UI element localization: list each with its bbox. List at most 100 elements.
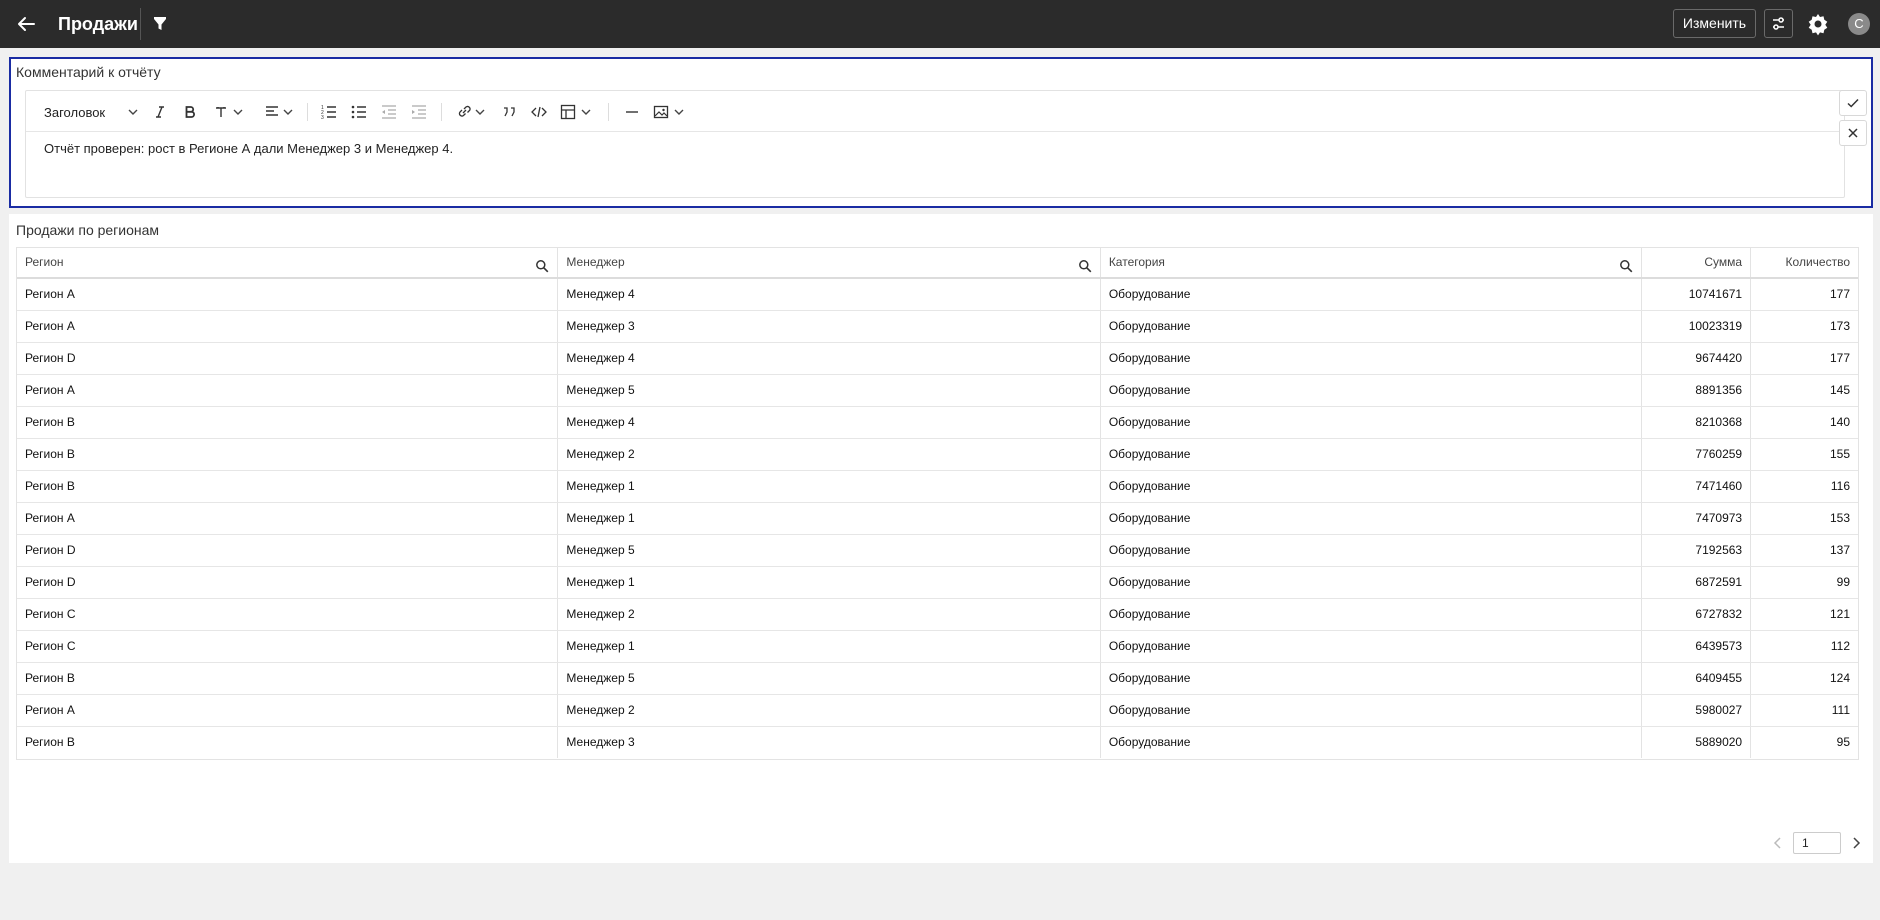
- sliders-icon[interactable]: [1764, 9, 1793, 38]
- cell-manager: Менеджер 5: [558, 375, 1101, 406]
- cell-category: Оборудование: [1101, 567, 1643, 598]
- table-row[interactable]: Регион A Менеджер 5 Оборудование 8891356 145: [17, 375, 1858, 407]
- table-row[interactable]: Регион C Менеджер 2 Оборудование 6727832 121: [17, 599, 1858, 631]
- comment-text[interactable]: Отчёт проверен: рост в Регионе А дали Ме…: [44, 141, 453, 156]
- cell-category: Оборудование: [1101, 503, 1643, 534]
- cell-region: Регион C: [17, 599, 559, 630]
- table-row[interactable]: Регион C Менеджер 1 Оборудование 6439573 112: [17, 631, 1858, 663]
- cell-quantity: 124: [1829, 671, 1850, 685]
- cell-quantity: 177: [1829, 351, 1850, 365]
- cell-region: Регион A: [17, 375, 559, 406]
- column-header-quantity[interactable]: Количество: [1751, 248, 1858, 277]
- page-number-input[interactable]: [1793, 832, 1841, 854]
- heading-dropdown[interactable]: Заголовок: [44, 101, 139, 123]
- funnel-icon[interactable]: [147, 11, 173, 37]
- cell-manager: Менеджер 2: [558, 439, 1101, 470]
- page-title: Продажи: [58, 14, 138, 34]
- cell-manager: Менеджер 3: [558, 727, 1101, 758]
- confirm-button[interactable]: [1839, 90, 1867, 116]
- cell-region: Регион C: [17, 631, 559, 662]
- quote-icon[interactable]: [500, 101, 518, 123]
- chevron-right-icon[interactable]: [1849, 836, 1863, 850]
- cell-category: Оборудование: [1101, 535, 1643, 566]
- cell-manager: Менеджер 1: [558, 471, 1101, 502]
- table-row[interactable]: Регион A Менеджер 1 Оборудование 7470973 153: [17, 503, 1858, 535]
- cell-manager: Менеджер 3: [558, 311, 1101, 342]
- cell-category: Оборудование: [1101, 407, 1643, 438]
- table-row[interactable]: Регион B Менеджер 5 Оборудование 6409455 124: [17, 663, 1858, 695]
- image-icon[interactable]: [653, 101, 687, 123]
- cell-region: Регион A: [17, 695, 559, 726]
- bold-icon[interactable]: [181, 101, 199, 123]
- cell-category: Оборудование: [1101, 375, 1643, 406]
- cell-category: Оборудование: [1101, 695, 1643, 726]
- avatar[interactable]: С: [1848, 13, 1870, 35]
- cell-manager: Менеджер 4: [558, 279, 1101, 310]
- link-icon[interactable]: [456, 101, 488, 123]
- cell-manager: Менеджер 1: [558, 503, 1101, 534]
- cell-sum: 6727832: [1642, 599, 1752, 630]
- table-row[interactable]: Регион D Менеджер 1 Оборудование 6872591 99: [17, 567, 1858, 599]
- cell-category: Оборудование: [1101, 727, 1643, 758]
- chevron-left-icon[interactable]: [1771, 836, 1785, 850]
- cell-quantity: 99: [1836, 575, 1850, 589]
- table-row[interactable]: Регион B Менеджер 2 Оборудование 7760259 155: [17, 439, 1858, 471]
- table-row[interactable]: Регион D Менеджер 5 Оборудование 7192563 137: [17, 535, 1858, 567]
- cell-sum: 7471460: [1642, 471, 1752, 502]
- numbered-list-icon[interactable]: 123: [320, 101, 338, 123]
- table-icon[interactable]: [560, 101, 594, 123]
- align-icon[interactable]: [264, 101, 296, 123]
- italic-icon[interactable]: [151, 101, 169, 123]
- cell-sum: 8891356: [1642, 375, 1752, 406]
- column-header-manager[interactable]: Менеджер: [558, 248, 1101, 277]
- outdent-icon[interactable]: [380, 101, 398, 123]
- table-row[interactable]: Регион B Менеджер 4 Оборудование 8210368 140: [17, 407, 1858, 439]
- cell-sum: 8210368: [1642, 407, 1752, 438]
- search-icon[interactable]: [1078, 255, 1092, 284]
- back-arrow-icon[interactable]: [14, 12, 38, 36]
- table-row[interactable]: Регион B Менеджер 3 Оборудование 5889020 95: [17, 727, 1858, 759]
- table-row[interactable]: Регион B Менеджер 1 Оборудование 7471460 116: [17, 471, 1858, 503]
- bullet-list-icon[interactable]: [350, 101, 368, 123]
- horizontal-rule-icon[interactable]: [623, 101, 641, 123]
- text-size-icon[interactable]: [214, 101, 246, 123]
- table-row[interactable]: Регион A Менеджер 2 Оборудование 5980027 111: [17, 695, 1858, 727]
- cell-sum: 10023319: [1642, 311, 1752, 342]
- cell-quantity: 177: [1829, 287, 1850, 301]
- cell-category: Оборудование: [1101, 279, 1643, 310]
- gear-icon[interactable]: [1806, 12, 1830, 36]
- table-row[interactable]: Регион A Менеджер 4 Оборудование 10741671 17…: [17, 279, 1858, 311]
- table-title: Продажи по регионам: [16, 222, 160, 238]
- indent-icon[interactable]: [410, 101, 428, 123]
- column-header-category[interactable]: Категория: [1101, 248, 1643, 277]
- cell-category: Оборудование: [1101, 631, 1643, 662]
- cell-sum: 6439573: [1642, 631, 1752, 662]
- cell-manager: Менеджер 2: [558, 599, 1101, 630]
- column-header-sum[interactable]: Сумма: [1642, 248, 1752, 277]
- cell-manager: Менеджер 4: [558, 343, 1101, 374]
- search-icon[interactable]: [1619, 255, 1633, 284]
- table-row[interactable]: Регион A Менеджер 3 Оборудование 10023319 17…: [17, 311, 1858, 343]
- cell-region: Регион A: [17, 311, 559, 342]
- cell-sum: 6872591: [1642, 567, 1752, 598]
- heading-dropdown-label: Заголовок: [44, 104, 106, 120]
- cell-quantity: 112: [1830, 639, 1850, 653]
- cancel-button[interactable]: [1839, 120, 1867, 146]
- search-icon[interactable]: [535, 255, 549, 284]
- cell-manager: Менеджер 5: [558, 663, 1101, 694]
- cell-quantity: 145: [1829, 383, 1850, 397]
- code-icon[interactable]: [530, 101, 548, 123]
- edit-button[interactable]: Изменить: [1673, 9, 1756, 38]
- cell-region: Регион B: [17, 727, 559, 758]
- cell-sum: 5980027: [1642, 695, 1752, 726]
- cell-manager: Менеджер 1: [558, 631, 1101, 662]
- table-row[interactable]: Регион D Менеджер 4 Оборудование 9674420 177: [17, 343, 1858, 375]
- cell-sum: 7760259: [1642, 439, 1752, 470]
- table-header: Регион Менеджер Категория Сумма Количест…: [17, 248, 1858, 279]
- editor-toolbar: Заголовок 123: [26, 91, 1844, 132]
- column-header-region[interactable]: Регион: [17, 248, 559, 277]
- cell-region: Регион D: [17, 343, 559, 374]
- cell-category: Оборудование: [1101, 599, 1643, 630]
- cell-category: Оборудование: [1101, 311, 1643, 342]
- rich-text-editor[interactable]: Заголовок 123 Отчёт проверен: рост в Рег…: [25, 90, 1845, 198]
